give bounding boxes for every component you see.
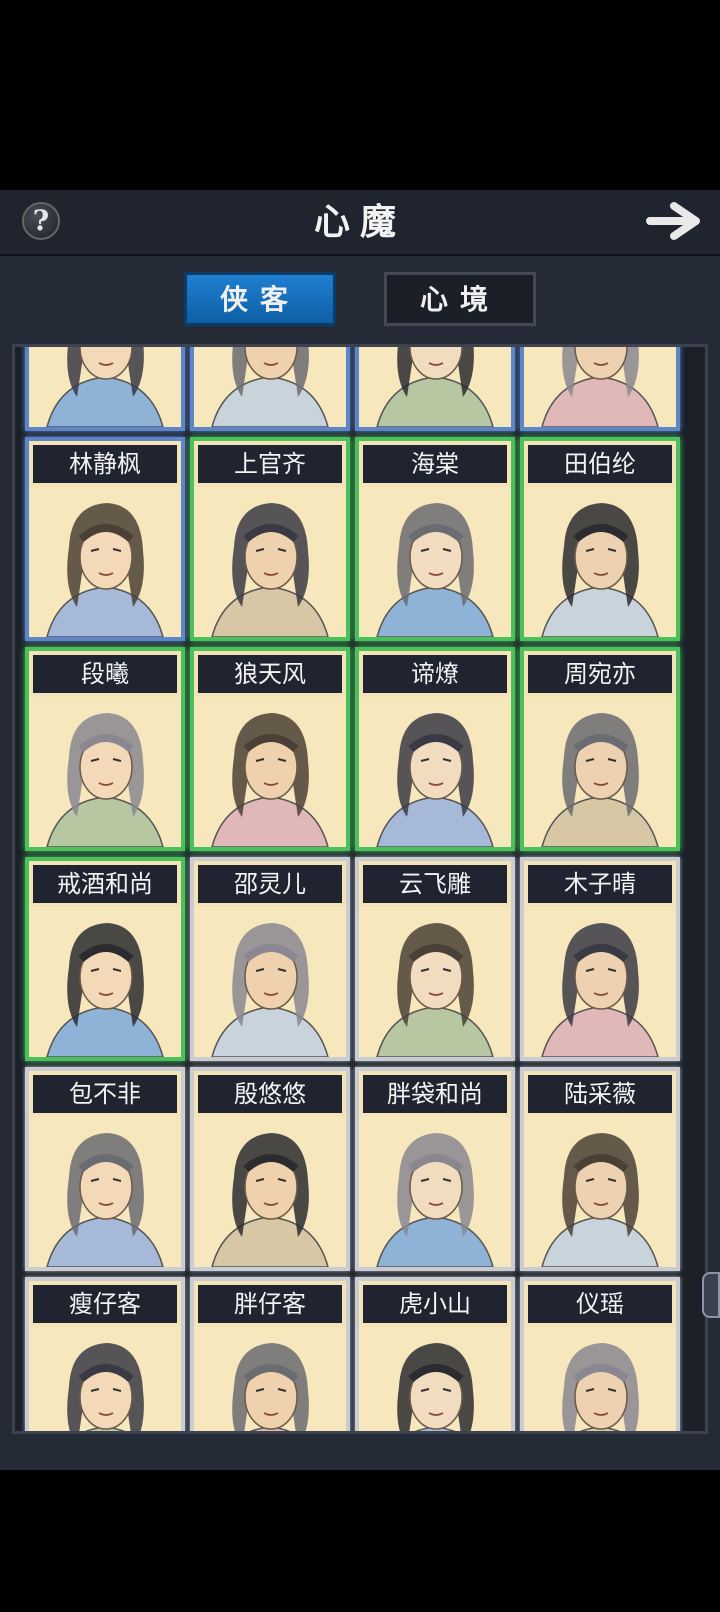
character-name: 田伯纶 [528,445,672,483]
character-portrait [29,487,181,637]
character-portrait [524,487,676,637]
character-card[interactable] [190,347,350,431]
character-name: 木子晴 [528,865,672,903]
character-portrait [29,347,181,427]
character-portrait [29,697,181,847]
character-portrait [194,697,346,847]
character-portrait [524,1117,676,1267]
character-card[interactable] [520,347,680,431]
character-portrait [194,487,346,637]
character-name: 谛燎 [363,655,507,693]
character-portrait [194,907,346,1057]
header-bar: ? 心魔 [0,190,720,256]
character-name: 胖仔客 [198,1285,342,1323]
character-card[interactable]: 田伯纶 [520,437,680,641]
character-card[interactable]: 瘦仔客 [25,1277,185,1431]
character-name: 胖袋和尚 [363,1075,507,1113]
character-portrait [194,347,346,427]
arrow-right-icon [646,202,700,240]
page-title: 心魔 [313,201,406,243]
character-card[interactable]: 谛燎 [355,647,515,851]
character-name: 殷悠悠 [198,1075,342,1113]
character-portrait [29,1117,181,1267]
character-portrait [359,347,511,427]
character-card[interactable]: 胖袋和尚 [355,1067,515,1271]
character-name: 虎小山 [363,1285,507,1323]
character-name: 段曦 [33,655,177,693]
character-name: 海棠 [363,445,507,483]
character-name: 狼天风 [198,655,342,693]
character-name: 陆采薇 [528,1075,672,1113]
character-portrait [359,697,511,847]
character-card[interactable]: 包不非 [25,1067,185,1271]
character-portrait [524,907,676,1057]
character-portrait [524,697,676,847]
character-card[interactable]: 殷悠悠 [190,1067,350,1271]
character-card[interactable]: 周宛亦 [520,647,680,851]
tab-xinjing[interactable]: 心境 [384,272,536,326]
character-card[interactable] [355,347,515,431]
character-name: 云飞雕 [363,865,507,903]
character-card[interactable]: 海棠 [355,437,515,641]
character-portrait [359,1327,511,1431]
app-window: ? 心魔 侠客 心境 林静枫 上官齐 海棠 田伯纶段曦 狼天风 谛燎 周宛亦戒酒和尚 邵灵儿云… [0,190,720,1470]
character-name: 瘦仔客 [33,1285,177,1323]
character-portrait [359,907,511,1057]
character-portrait [359,1117,511,1267]
character-card[interactable]: 林静枫 [25,437,185,641]
side-drawer-handle[interactable] [702,1272,720,1318]
character-portrait [29,1327,181,1431]
character-portrait [524,347,676,427]
character-name: 周宛亦 [528,655,672,693]
next-button[interactable] [644,200,704,242]
character-portrait [194,1327,346,1431]
character-name: 上官齐 [198,445,342,483]
character-name: 林静枫 [33,445,177,483]
character-name: 邵灵儿 [198,865,342,903]
character-card[interactable] [25,347,185,431]
character-card[interactable]: 狼天风 [190,647,350,851]
character-name: 仪瑶 [528,1285,672,1323]
character-card[interactable]: 戒酒和尚 [25,857,185,1061]
character-card[interactable]: 仪瑶 [520,1277,680,1431]
character-portrait [359,487,511,637]
tab-bar: 侠客 心境 [0,272,720,328]
character-portrait [29,907,181,1057]
character-card[interactable]: 陆采薇 [520,1067,680,1271]
tab-xiake[interactable]: 侠客 [184,272,336,326]
character-card[interactable]: 木子晴 [520,857,680,1061]
character-card[interactable]: 虎小山 [355,1277,515,1431]
character-card[interactable]: 云飞雕 [355,857,515,1061]
character-list-panel[interactable]: 林静枫 上官齐 海棠 田伯纶段曦 狼天风 谛燎 周宛亦戒酒和尚 邵灵儿 云飞雕 木子晴包不非 殷悠悠… [12,344,708,1434]
character-card[interactable]: 上官齐 [190,437,350,641]
character-name: 戒酒和尚 [33,865,177,903]
character-portrait [524,1327,676,1431]
character-card[interactable]: 胖仔客 [190,1277,350,1431]
character-card[interactable]: 邵灵儿 [190,857,350,1061]
character-portrait [194,1117,346,1267]
character-card[interactable]: 段曦 [25,647,185,851]
character-name: 包不非 [33,1075,177,1113]
